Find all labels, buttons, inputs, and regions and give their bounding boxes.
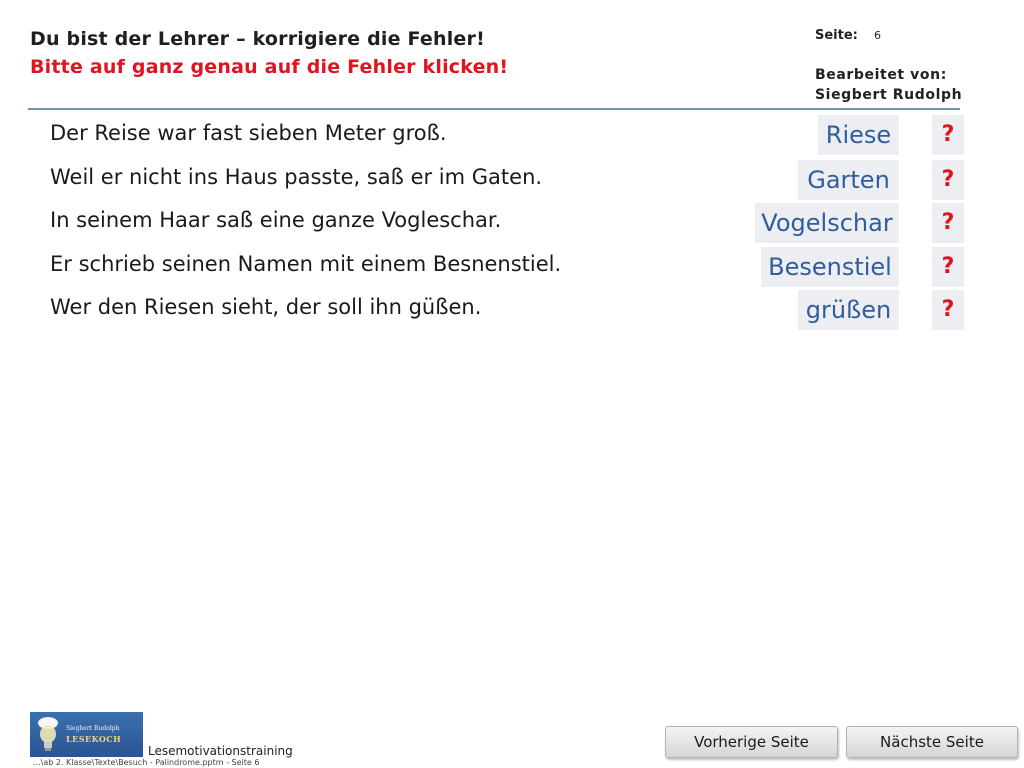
sentence-3[interactable]: In seinem Haar saß eine ganze Vogleschar…: [50, 208, 501, 232]
page-number: 6: [874, 29, 881, 42]
sentence-1[interactable]: Der Reise war fast sieben Meter groß.: [50, 121, 447, 145]
answer-5: grüßen: [798, 290, 899, 330]
page-label: Seite:: [815, 28, 858, 43]
logo-author: Siegbert Rudolph: [66, 725, 120, 732]
next-page-button[interactable]: Nächste Seite: [846, 726, 1018, 758]
sentence-5[interactable]: Wer den Riesen sieht, der soll ihn güßen…: [50, 295, 481, 319]
author-name: Siegbert Rudolph: [815, 87, 963, 103]
previous-page-button[interactable]: Vorherige Seite: [665, 726, 838, 758]
footer-file-path: ...\ab 2. Klasse\Texte\Besuch - Palindro…: [33, 758, 260, 767]
answer-3: Vogelschar: [755, 203, 899, 243]
answer-1: Riese: [818, 115, 899, 155]
hint-button-5[interactable]: ?: [932, 290, 964, 330]
slide-title: Du bist der Lehrer – korrigiere die Fehl…: [30, 28, 485, 50]
edited-by-label: Bearbeitet von:: [815, 67, 947, 83]
sentence-2[interactable]: Weil er nicht ins Haus passte, saß er im…: [50, 165, 542, 189]
answer-4: Besenstiel: [761, 247, 899, 287]
hint-button-3[interactable]: ?: [932, 203, 964, 243]
logo-brand: LESEKOCH: [66, 734, 122, 744]
lightbulb-chef-icon: [38, 717, 58, 751]
lesekoch-logo: Siegbert Rudolph LESEKOCH: [30, 712, 143, 757]
header-divider: [28, 108, 960, 110]
hint-button-1[interactable]: ?: [932, 115, 964, 155]
footer-product: Lesemotivationstraining: [148, 744, 293, 758]
sentence-4[interactable]: Er schrieb seinen Namen mit einem Besnen…: [50, 252, 561, 276]
answer-2: Garten: [798, 160, 899, 200]
hint-button-2[interactable]: ?: [932, 160, 964, 200]
slide-instruction: Bitte auf ganz genau auf die Fehler klic…: [30, 56, 509, 78]
hint-button-4[interactable]: ?: [932, 247, 964, 287]
